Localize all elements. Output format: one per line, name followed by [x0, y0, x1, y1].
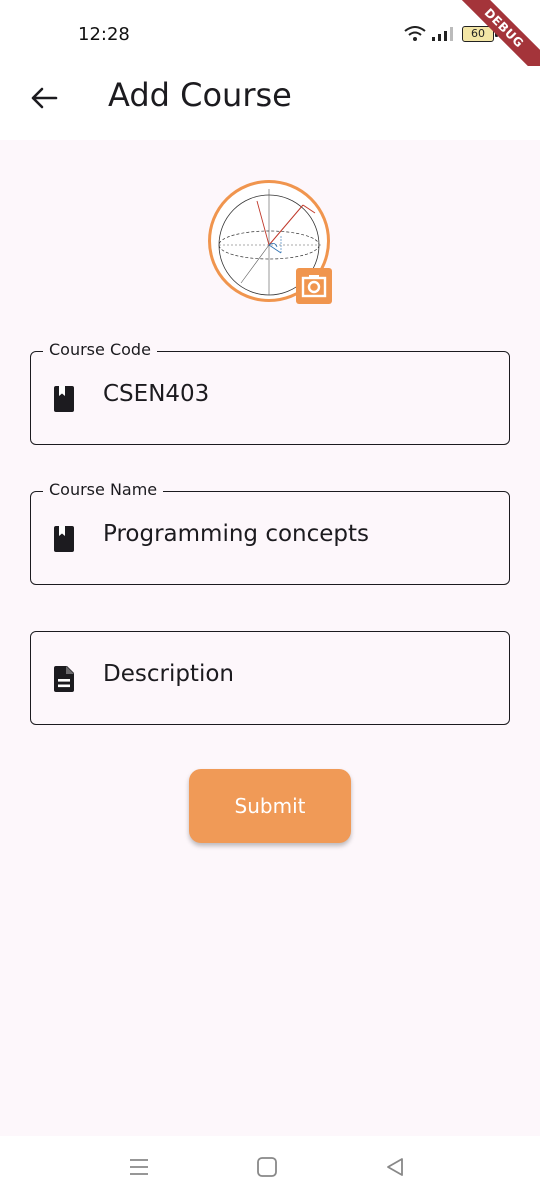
course-name-label: Course Name	[43, 480, 164, 499]
home-button[interactable]	[250, 1152, 284, 1182]
square-icon	[257, 1157, 277, 1177]
description-placeholder: Description	[103, 661, 234, 687]
page-title: Add Course	[108, 76, 292, 114]
camera-button[interactable]	[296, 268, 332, 304]
back-button[interactable]	[22, 76, 66, 120]
course-code-field[interactable]: Course Code CSEN403	[30, 340, 510, 445]
submit-button[interactable]: Submit	[189, 769, 351, 843]
document-icon	[54, 666, 74, 692]
course-image-picker[interactable]	[208, 180, 332, 308]
book-icon	[54, 386, 74, 412]
triangle-back-icon	[387, 1158, 403, 1176]
recent-apps-button[interactable]	[122, 1152, 156, 1182]
app-bar: Add Course	[0, 66, 540, 140]
description-field[interactable]: Description	[30, 631, 510, 725]
arrow-left-icon	[31, 87, 58, 109]
back-nav-button[interactable]	[378, 1152, 412, 1182]
status-time: 12:28	[78, 24, 130, 45]
status-bar: 12:28 60 DEBUG	[0, 0, 540, 85]
battery-icon: 60	[462, 26, 498, 42]
wifi-icon	[404, 26, 426, 41]
camera-icon	[301, 275, 327, 298]
menu-lines-icon	[130, 1159, 148, 1175]
course-name-value: Programming concepts	[103, 521, 370, 547]
book-icon	[54, 526, 74, 552]
course-code-label: Course Code	[43, 340, 157, 359]
status-icons: 60	[404, 24, 498, 44]
signal-icon	[432, 27, 453, 41]
system-nav-bar	[0, 1136, 540, 1200]
course-code-value: CSEN403	[103, 381, 210, 407]
course-name-field[interactable]: Course Name Programming concepts	[30, 480, 510, 585]
